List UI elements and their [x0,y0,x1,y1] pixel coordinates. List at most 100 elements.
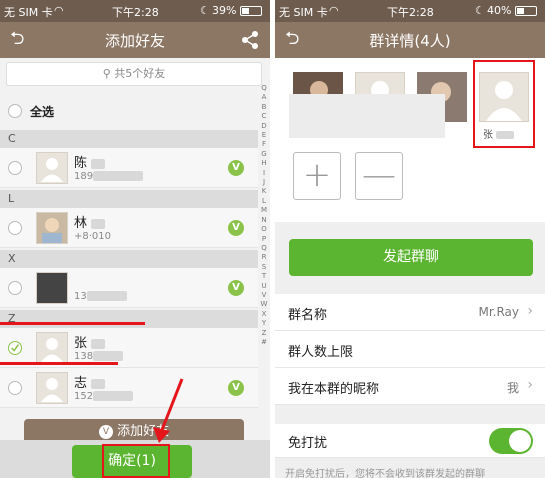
search-input[interactable]: ⚲ 共5个好友 [6,62,262,86]
setting-label: 群名称 [288,308,328,323]
contact-phone: 13 [74,291,87,302]
select-all-row[interactable]: 全选 [0,98,258,124]
index-letter[interactable]: G [258,150,270,159]
battery-icon [240,6,262,16]
index-letter[interactable]: L [258,197,270,206]
contact-name: 志 [74,376,88,391]
status-time: 下午2:28 [112,6,159,19]
index-letter[interactable]: Q [258,244,270,253]
status-bar: 无 SIM 卡 ◠ 下午2:28 ☾ 39% [0,0,270,22]
carrier-label: 无 SIM 卡 [279,6,328,19]
avatar [36,152,68,184]
contact-row[interactable]: 13 V [0,268,258,308]
group-nickname-row[interactable]: 我在本群的昵称 我 › [275,368,545,405]
dnd-toggle[interactable] [489,428,533,454]
index-letter[interactable]: O [258,225,270,234]
index-letter[interactable]: R [258,253,270,262]
index-letter[interactable]: H [258,159,270,168]
remove-member-button[interactable]: — [355,152,403,200]
index-letter[interactable]: I [258,169,270,178]
status-bar: 无 SIM 卡 ◠ 下午2:28 ☾ 40% [275,0,545,22]
annotation-underline [0,362,118,365]
index-letter[interactable]: N [258,216,270,225]
index-letter[interactable]: K [258,187,270,196]
add-member-button[interactable]: + [293,152,341,200]
index-letter[interactable]: X [258,310,270,319]
contact-radio-checked[interactable] [8,341,22,355]
contact-row[interactable]: 志 152 V [0,368,258,408]
index-letter[interactable]: A [258,93,270,102]
dnd-hint: 开启免打扰后，您将不会收到该群发起的群聊 [285,469,485,478]
select-all-radio[interactable] [8,104,22,118]
group-details-screen: 无 SIM 卡 ◠ 下午2:28 ☾ 40% ⮌ 群详情(4人) 张 + — 发… [275,0,545,478]
section-header-x: X [0,250,258,268]
contact-phone: +8·010 [74,231,112,242]
group-limit-row[interactable]: 群人数上限 [275,331,545,368]
setting-value: 我 [506,381,519,395]
index-letter[interactable]: T [258,272,270,281]
setting-value: Mr.Ray [478,305,519,319]
index-letter[interactable]: B [258,103,270,112]
wifi-icon: ◠ [54,4,64,17]
do-not-disturb-row[interactable]: 免打扰 [275,424,545,458]
redacted-names [289,94,445,138]
contact-phone: 189 [74,171,94,182]
section-header-z: Z [0,310,258,328]
contact-phone: 138 [74,351,94,362]
carrier-label: 无 SIM 卡 [4,6,53,19]
member-grid: 张 + — [275,58,545,222]
contact-radio[interactable] [8,161,22,175]
start-group-chat-button[interactable]: 发起群聊 [289,239,533,276]
verified-badge: V [228,160,244,176]
annotation-arrow-icon [153,378,184,443]
index-letter[interactable]: E [258,131,270,140]
index-letter[interactable]: M [258,206,270,215]
annotation-box [473,60,535,148]
select-all-label: 全选 [30,105,55,119]
contact-radio[interactable] [8,281,22,295]
page-title: 群详情(4人) [369,32,451,50]
avatar [36,332,68,364]
contact-radio[interactable] [8,381,22,395]
title-bar: ⮌ 添加好友 [0,22,270,58]
avatar [36,372,68,404]
avatar-photo [36,212,68,244]
battery-icon [515,6,537,16]
index-letter[interactable]: J [258,178,270,187]
alphabet-index[interactable]: Q A B C D E F G H I J K L M N O P Q R S T U V W X Y Z # [258,84,270,347]
setting-label: 群人数上限 [288,345,354,360]
index-letter[interactable]: W [258,300,270,309]
group-name-row[interactable]: 群名称 Mr.Ray › [275,294,545,331]
index-letter[interactable]: F [258,140,270,149]
title-bar: ⮌ 群详情(4人) [275,22,545,58]
avatar-photo [36,272,68,304]
index-letter[interactable]: # [258,338,270,347]
share-icon[interactable] [240,30,260,50]
index-letter[interactable]: V [258,291,270,300]
contact-row[interactable]: 林 +8·010 V [0,208,258,248]
setting-label: 我在本群的昵称 [288,382,380,397]
battery-percent: 40% [487,4,512,17]
contact-name: 张 [74,336,88,351]
verified-badge: V [228,380,244,396]
search-placeholder: 共5个好友 [114,67,166,80]
index-letter[interactable]: Z [258,329,270,338]
wifi-icon: ◠ [329,4,339,17]
annotation-box [102,444,170,478]
index-letter[interactable]: C [258,112,270,121]
contact-name: 林 [74,216,88,231]
index-letter[interactable]: Y [258,319,270,328]
add-friends-screen: 无 SIM 卡 ◠ 下午2:28 ☾ 39% ⮌ 添加好友 ⚲ 共5个好友 全选… [0,0,270,478]
contact-radio[interactable] [8,221,22,235]
index-letter[interactable]: D [258,122,270,131]
contact-row[interactable]: 陈 189 V [0,148,258,188]
index-letter[interactable]: P [258,235,270,244]
section-header-l: L [0,190,258,208]
index-letter[interactable]: Q [258,84,270,93]
index-letter[interactable]: U [258,282,270,291]
contact-phone: 152 [74,391,94,402]
index-letter[interactable]: S [258,263,270,272]
verified-badge: V [228,280,244,296]
chevron-right-icon: › [527,377,533,393]
search-icon: ⚲ [102,67,111,80]
